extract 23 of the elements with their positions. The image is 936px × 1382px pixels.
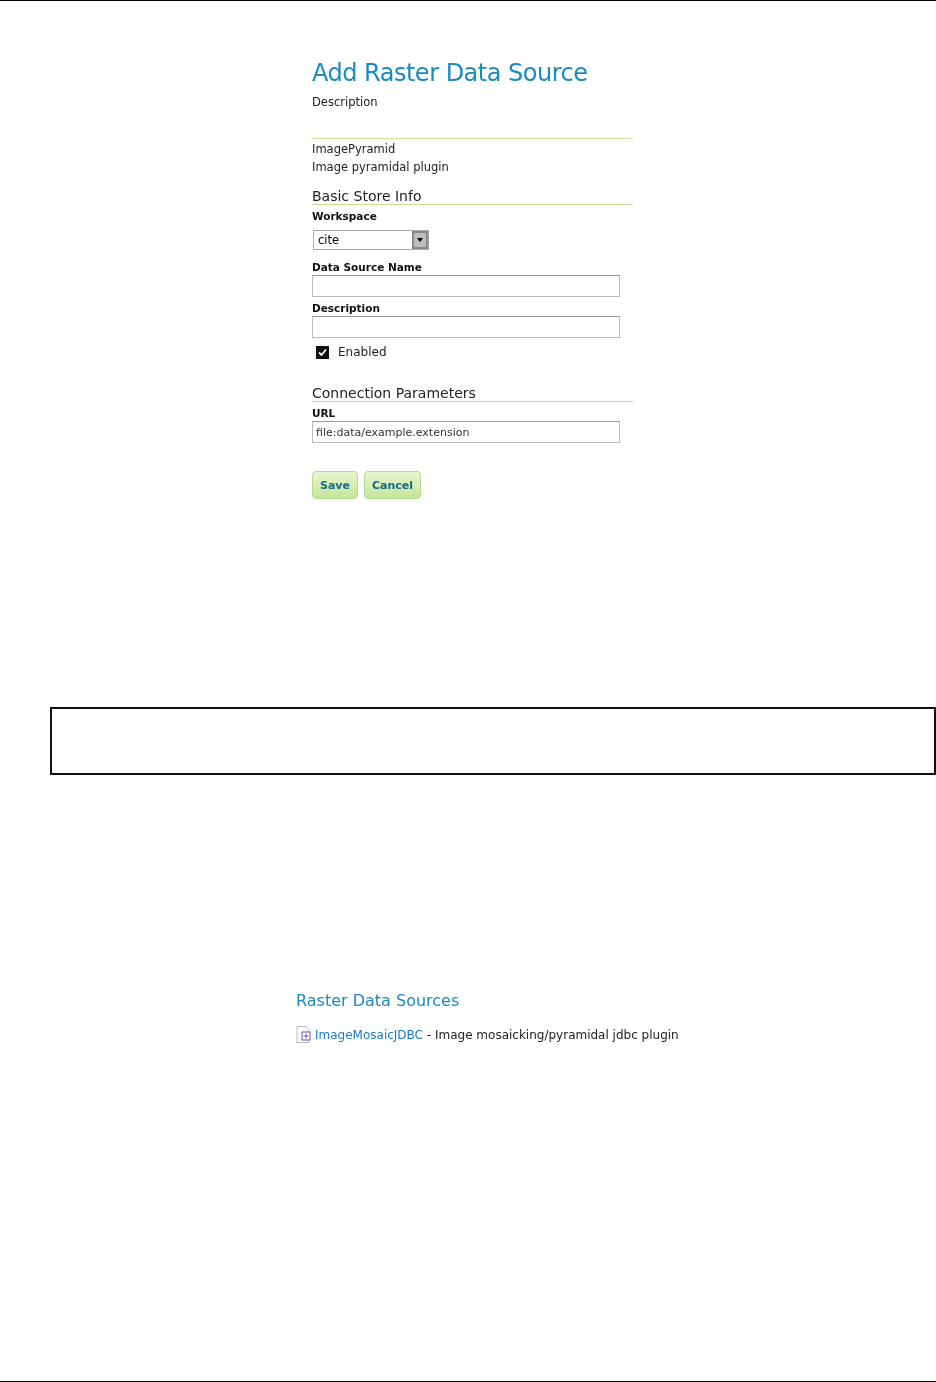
store-type-name: ImagePyramid [312, 141, 397, 158]
checkbox-label: Enabled [338, 345, 387, 359]
field-label: URL [312, 406, 337, 421]
field-label: Description [312, 301, 381, 316]
page-description: Description [312, 94, 379, 111]
text-field[interactable] [312, 316, 620, 338]
text-field[interactable] [312, 275, 620, 297]
store-type-description: Image pyramidal plugin [312, 159, 450, 176]
form-button[interactable]: Save [312, 471, 358, 499]
form-button[interactable]: Cancel [364, 471, 422, 499]
expand-document-icon[interactable] [296, 1026, 313, 1043]
field-label: Workspace [312, 209, 378, 224]
checkbox[interactable] [316, 345, 329, 359]
field-label: Data Source Name [312, 260, 423, 275]
source-description: - Image mosaicking/pyramidal jdbc plugin [425, 1027, 679, 1042]
text-field[interactable]: file:data/example.extension [312, 421, 620, 443]
section-heading: Connection Parameters [312, 385, 477, 401]
workspace-select[interactable]: cite [313, 230, 429, 250]
section-title: Raster Data Sources [296, 991, 461, 1010]
dropdown-arrow-icon [412, 231, 428, 249]
page-title: Add Raster Data Source [312, 59, 589, 87]
source-link[interactable]: ImageMosaicJDBC [315, 1027, 423, 1042]
section-heading: Basic Store Info [312, 188, 423, 204]
